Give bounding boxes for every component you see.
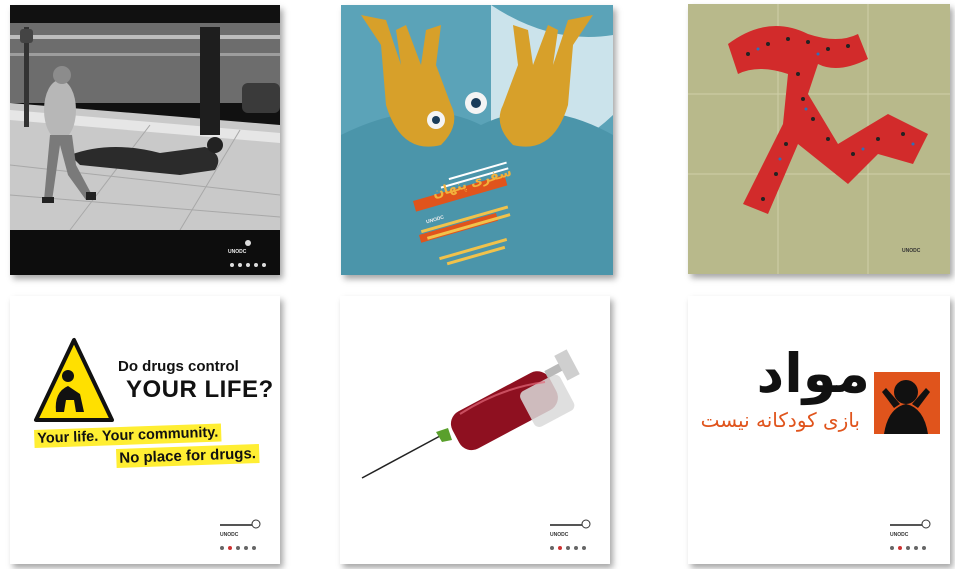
partner-logos-icon — [550, 519, 591, 550]
poster-hands[interactable]: سفری پنهان UNODC — [341, 5, 613, 275]
poster-syringe[interactable]: UNODC — [340, 296, 610, 564]
logo-row-icon — [230, 240, 266, 267]
crowd-ribbon-photo — [688, 4, 950, 274]
hands-artwork — [341, 5, 613, 275]
poster-street[interactable]: UNODC — [10, 5, 280, 275]
poster-drugs-control[interactable]: Do drugs control YOUR LIFE? Your life. Y… — [10, 296, 280, 564]
unodc-logo: UNODC — [902, 248, 921, 254]
poster-persian[interactable]: مواد بازی کودکانه نیست UNODC — [688, 296, 950, 564]
poster-crowd[interactable]: UNODC — [688, 4, 950, 274]
partner-logos-icon — [890, 519, 931, 550]
partner-logos-icon — [220, 519, 261, 550]
